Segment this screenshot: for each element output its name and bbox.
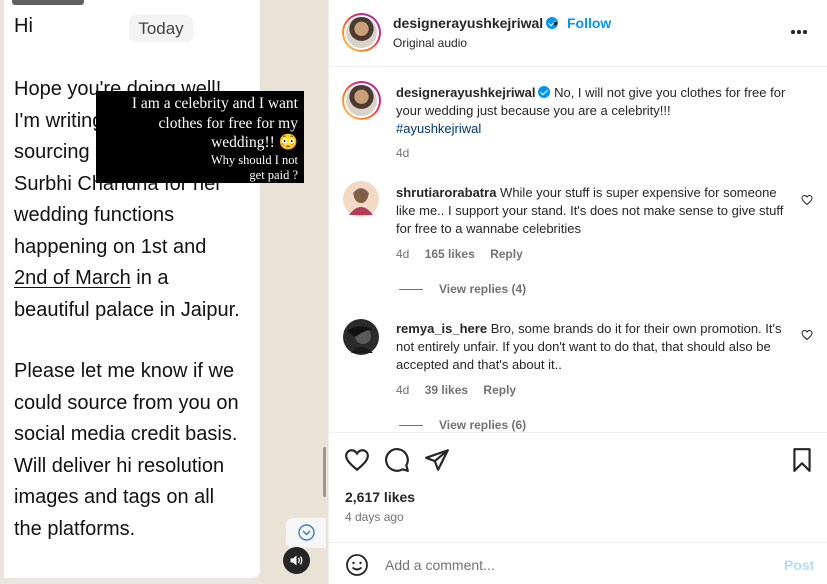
like-comment-heart-icon[interactable]: [801, 194, 813, 206]
message-line: beautiful palace in Jaipur.: [14, 298, 240, 321]
hashtag-link[interactable]: #ayushkejriwal: [396, 121, 481, 136]
comment-avatar[interactable]: [343, 181, 379, 217]
comment-bubble-icon[interactable]: [384, 447, 410, 473]
comment-text: remya_is_here Bro, some brands do it for…: [396, 321, 782, 372]
post-button[interactable]: Post: [784, 557, 814, 573]
bubble-top-edge: [12, 0, 84, 5]
follow-button[interactable]: Follow: [567, 15, 611, 31]
message-line: could source from you on: [14, 391, 239, 414]
comment-likes[interactable]: 165 likes: [425, 247, 475, 261]
view-replies-button[interactable]: View replies (4): [399, 282, 526, 296]
author-avatar[interactable]: [342, 13, 381, 52]
video-caption-overlay: I am a celebrity and I want clothes for …: [96, 91, 304, 183]
caption-time: 4d: [396, 146, 410, 160]
verified-badge-icon: [538, 86, 551, 98]
mute-toggle-button[interactable]: [283, 547, 310, 574]
date-link[interactable]: 2nd of March: [14, 267, 131, 289]
comment-meta: 4d 165 likes Reply: [396, 247, 535, 261]
reel-video[interactable]: Hi Today Hope you're doing well! I'm wri…: [0, 0, 328, 584]
chat-screenshot: Hi Today Hope you're doing well! I'm wri…: [0, 0, 328, 584]
comment-input[interactable]: [385, 554, 765, 576]
comment-composer: Post: [329, 542, 827, 584]
comment-time: 4d: [396, 247, 410, 261]
author-username[interactable]: designerayushkejriwal: [393, 15, 559, 31]
scroll-down-button: [286, 518, 326, 548]
caption-text: designerayushkejriwal No, I will not giv…: [396, 85, 786, 136]
save-bookmark-icon[interactable]: [789, 447, 815, 473]
share-send-icon[interactable]: [424, 447, 450, 473]
comment-meta: 4d 39 likes Reply: [396, 383, 528, 397]
comment-username[interactable]: remya_is_here: [396, 321, 487, 336]
post-date: 4 days ago: [345, 510, 404, 524]
likes-count[interactable]: 2,617 likes: [345, 489, 415, 505]
comments-list[interactable]: designerayushkejriwal No, I will not giv…: [329, 68, 827, 433]
caption-avatar[interactable]: [342, 81, 381, 120]
message-line: the platforms.: [14, 517, 136, 540]
view-replies-button[interactable]: View replies (6): [399, 418, 526, 432]
date-chip: Today: [129, 15, 193, 42]
like-heart-icon[interactable]: [344, 447, 370, 473]
chat-wallpaper: [260, 0, 328, 584]
message-line: wedding functions: [14, 204, 175, 226]
chat-scrollbar: [323, 447, 326, 497]
comment-text: shrutiarorabatra While your stuff is sup…: [396, 185, 784, 236]
separator-dot: •: [553, 15, 558, 31]
audio-link[interactable]: Original audio: [393, 36, 467, 50]
message-line: Will deliver hi resolution: [14, 454, 225, 477]
more-options-icon[interactable]: [791, 30, 809, 34]
message-line: images and tags on all: [14, 486, 215, 508]
caption-username[interactable]: designerayushkejriwal: [396, 85, 535, 100]
reply-button[interactable]: Reply: [490, 247, 523, 261]
message-line: social media credit basis.: [14, 423, 238, 445]
message-line: happening on 1st and: [14, 235, 207, 258]
message-body-2: Please let me know if we could source fr…: [14, 356, 259, 545]
reply-button[interactable]: Reply: [483, 383, 516, 397]
post-header: designerayushkejriwal • Follow Original …: [329, 0, 827, 67]
chevron-down-circle-icon: [298, 524, 315, 541]
message-line: Please let me know if we: [14, 360, 235, 382]
caption-meta: 4d: [396, 146, 421, 160]
comment-username[interactable]: shrutiarorabatra: [396, 185, 496, 200]
message-greeting: Hi: [14, 15, 33, 37]
like-comment-heart-icon[interactable]: [801, 329, 813, 341]
emoji-smiley-icon[interactable]: [345, 553, 369, 577]
speaker-icon: [290, 555, 303, 566]
comment-time: 4d: [396, 383, 410, 397]
comment-avatar[interactable]: [343, 319, 379, 355]
post-actions: [329, 447, 827, 475]
comment-likes[interactable]: 39 likes: [425, 383, 468, 397]
post-panel: designerayushkejriwal • Follow Original …: [328, 0, 827, 584]
message-line: 2nd of March in a: [14, 267, 169, 289]
